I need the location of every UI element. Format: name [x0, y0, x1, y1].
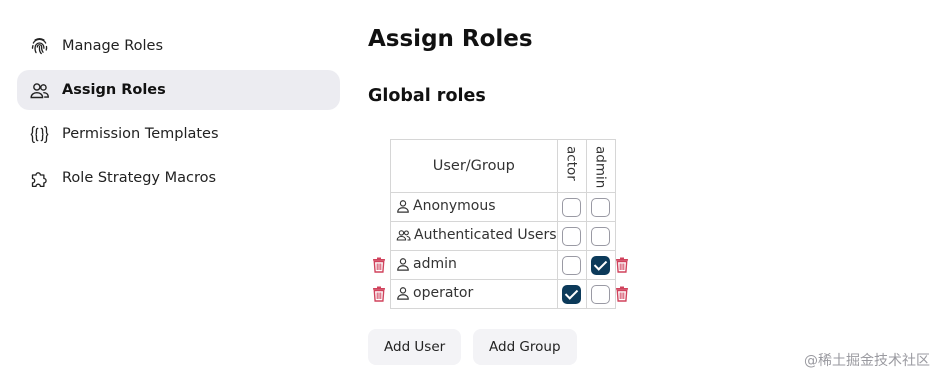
- column-header-user-group: User/Group: [390, 138, 558, 194]
- trash-icon[interactable]: [615, 257, 629, 273]
- checkbox-anonymous-actor[interactable]: [562, 197, 582, 217]
- sidebar-item-assign-roles[interactable]: Assign Roles: [17, 70, 340, 110]
- column-header-actor: actor: [556, 138, 587, 194]
- checkbox-authenticated-admin[interactable]: [591, 226, 611, 246]
- puzzle-icon: [29, 168, 50, 189]
- sidebar-item-label: Manage Roles: [62, 38, 164, 54]
- sidebar-item-label: Role Strategy Macros: [62, 170, 217, 186]
- user-icon: [396, 199, 410, 217]
- braces-icon: [29, 124, 50, 145]
- sidebar-item-label: Assign Roles: [62, 82, 166, 98]
- table-row: operator: [390, 279, 616, 310]
- row-name: operator: [413, 284, 474, 301]
- row-name: Authenticated Users: [414, 226, 557, 243]
- sidebar-item-label: Permission Templates: [62, 126, 219, 142]
- column-header-admin: admin: [585, 138, 616, 194]
- table-header-row: User/Group actor admin: [390, 138, 616, 194]
- add-user-button[interactable]: Add User: [368, 329, 462, 365]
- checkbox-admin-admin[interactable]: [591, 255, 611, 275]
- section-title: Global roles: [368, 86, 486, 106]
- add-group-button[interactable]: Add Group: [473, 329, 577, 365]
- users-icon: [29, 80, 50, 101]
- user-icon: [396, 286, 410, 304]
- user-icon: [396, 257, 410, 275]
- group-icon: [396, 228, 411, 246]
- trash-icon[interactable]: [615, 286, 629, 302]
- trash-icon[interactable]: [372, 257, 386, 273]
- watermark: @稀土掘金技术社区: [804, 353, 930, 369]
- row-name: Anonymous: [413, 197, 496, 214]
- row-name: admin: [413, 255, 457, 272]
- page-title: Assign Roles: [368, 26, 533, 52]
- checkbox-authenticated-actor[interactable]: [562, 226, 582, 246]
- sidebar-item-role-strategy-macros[interactable]: Role Strategy Macros: [17, 158, 340, 198]
- sidebar: Manage Roles Assign Roles Permission Tem…: [17, 26, 340, 202]
- table-row: admin: [390, 250, 616, 281]
- fingerprint-icon: [29, 36, 50, 57]
- checkbox-admin-actor[interactable]: [562, 255, 582, 275]
- table-row: Anonymous: [390, 192, 616, 223]
- checkbox-anonymous-admin[interactable]: [591, 197, 611, 217]
- sidebar-item-permission-templates[interactable]: Permission Templates: [17, 114, 340, 154]
- trash-icon[interactable]: [372, 286, 386, 302]
- table-row: Authenticated Users: [390, 221, 616, 252]
- checkbox-operator-actor[interactable]: [562, 284, 582, 304]
- checkbox-operator-admin[interactable]: [591, 284, 611, 304]
- global-roles-table: User/Group actor admin Anonymous Authent…: [390, 138, 616, 310]
- sidebar-item-manage-roles[interactable]: Manage Roles: [17, 26, 340, 66]
